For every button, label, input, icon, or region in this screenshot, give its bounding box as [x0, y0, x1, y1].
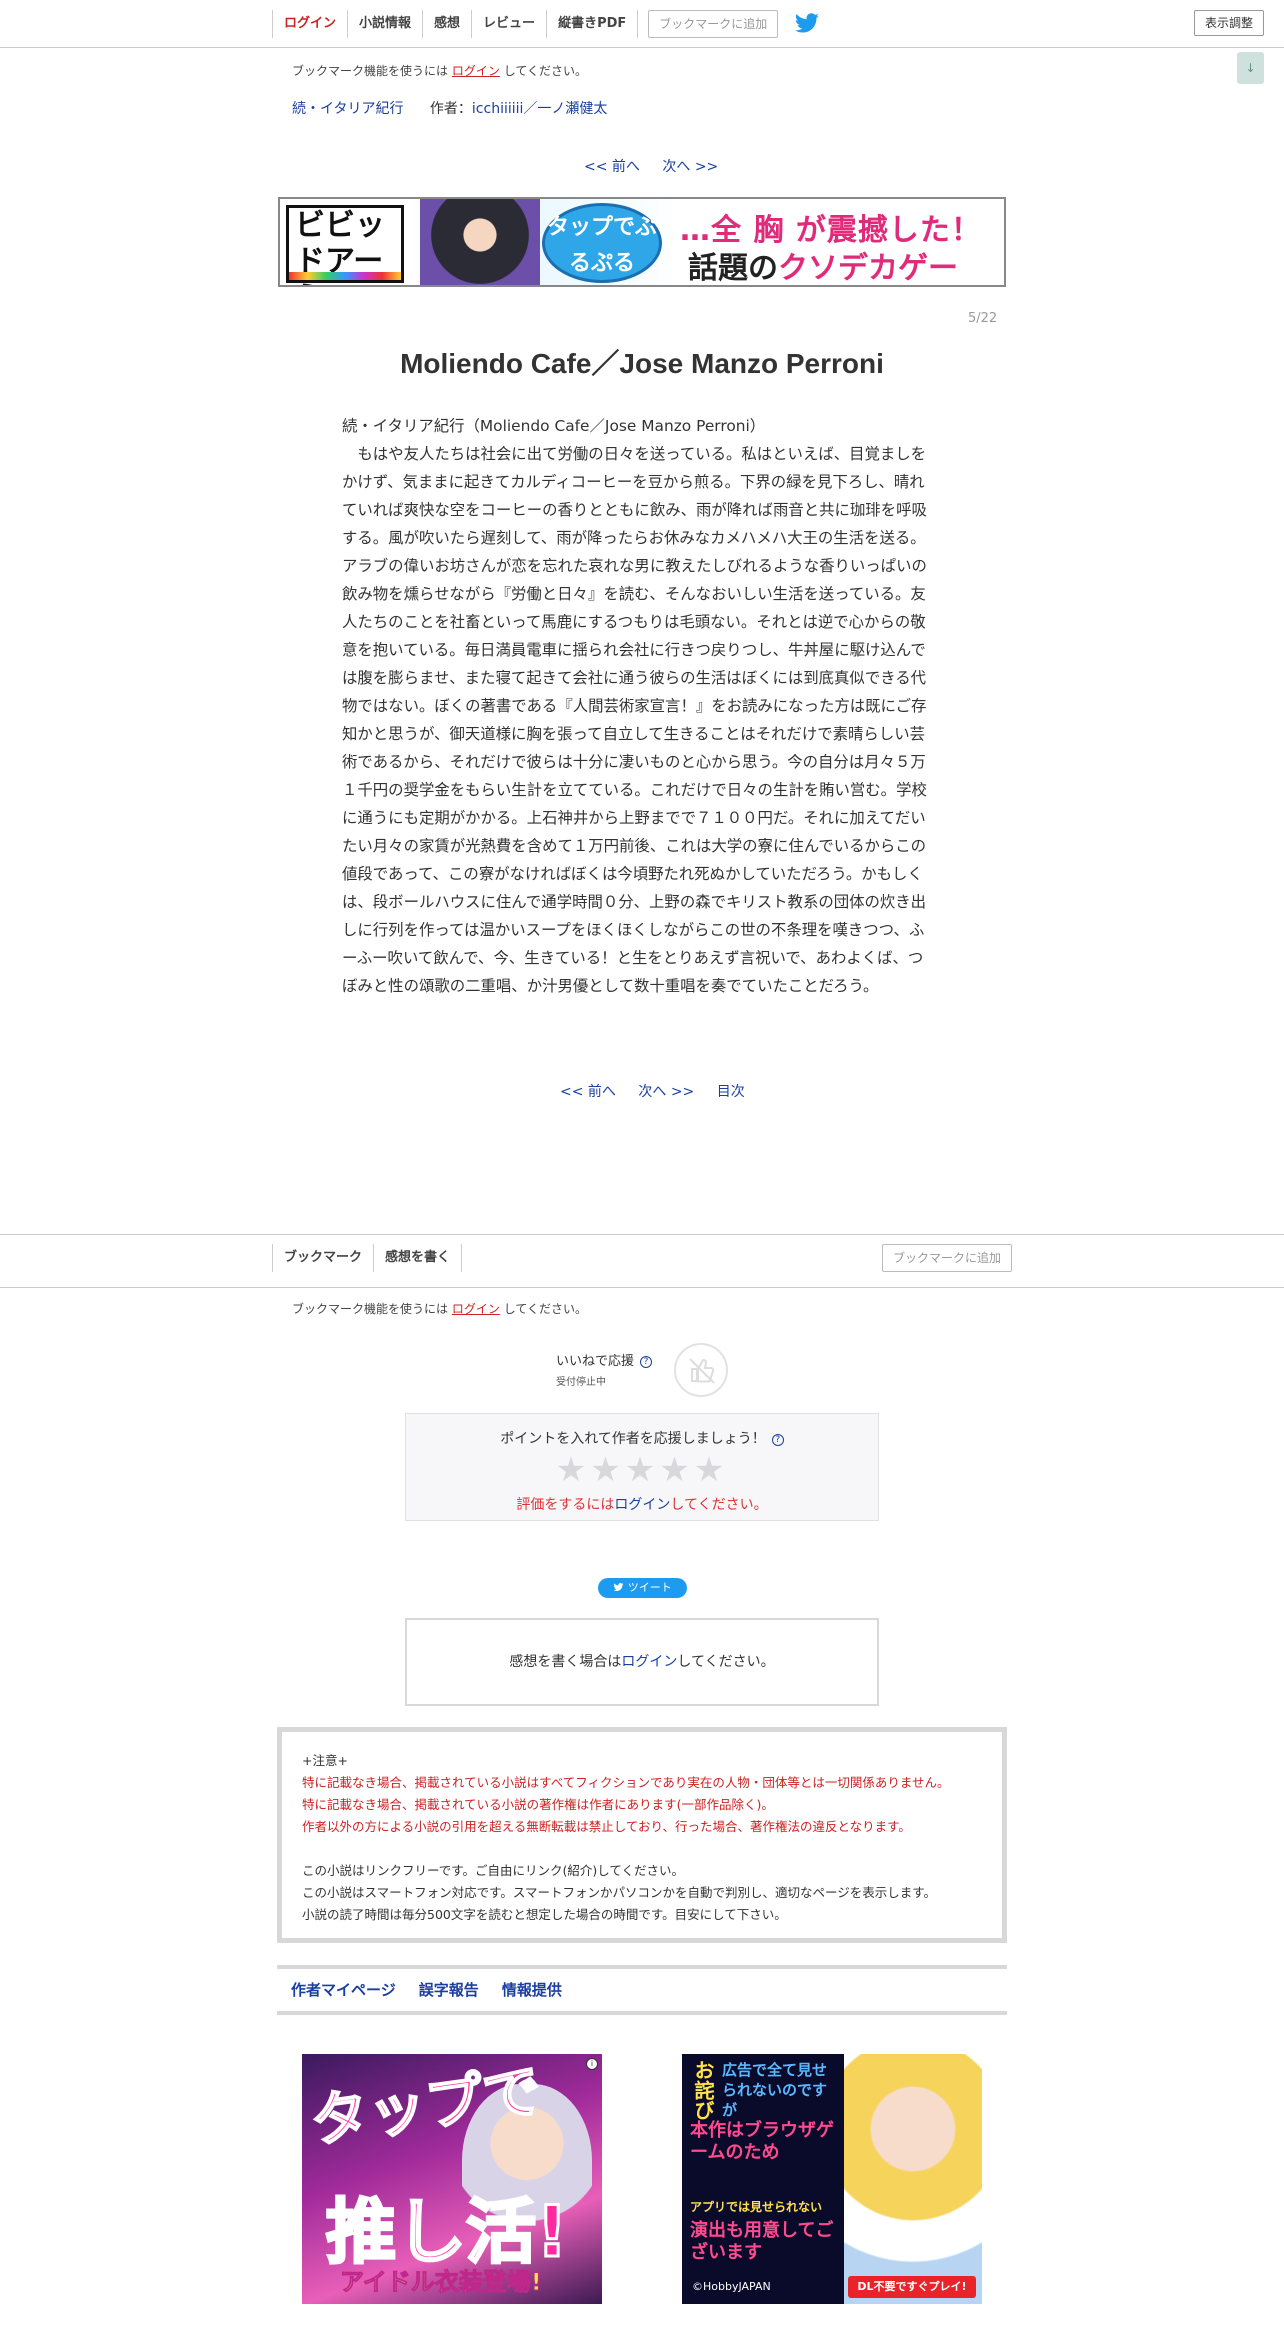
pager-bottom: << 前へ 次へ >> 目次	[560, 1081, 745, 1101]
ad-right-text-5: 演出も用意してございます	[690, 2220, 834, 2263]
ad-right-text-panel: お詫び 広告で全て見せられないのですが 本作はブラウザゲームのため アプリでは見…	[682, 2054, 844, 2304]
notes-line-2: この小説はスマートフォン対応です。スマートフォンかパソコンかを自動で判別し、適切…	[302, 1885, 937, 1900]
twitter-icon[interactable]	[794, 13, 820, 35]
notes-box: +注意+ 特に記載なき場合、掲載されている小説はすべてフィクションであり実在の人…	[277, 1727, 1007, 1943]
series-info: 続・イタリア紀行 作者：icchiiiiii／一ノ瀬健太	[292, 98, 607, 118]
next-link-bottom[interactable]: 次へ >>	[638, 1084, 694, 1100]
prev-link-bottom[interactable]: << 前へ	[560, 1084, 616, 1100]
divider	[0, 1287, 1284, 1288]
impressions-link[interactable]: 感想	[422, 10, 471, 38]
chapter-subtitle-line: 続・イタリア紀行（Moliendo Cafe／Jose Manzo Perron…	[342, 417, 766, 435]
chapter-title: Moliendo Cafe／Jose Manzo Perroni	[400, 348, 884, 379]
bookmark-notice-prefix: ブックマーク機能を使うには	[292, 1302, 449, 1316]
review-link[interactable]: レビュー	[471, 10, 546, 38]
impression-login-link[interactable]: ログイン	[621, 1654, 677, 1670]
divider	[0, 1234, 1284, 1235]
bookmark-add-button-bottom[interactable]: ブックマークに追加	[881, 1244, 1012, 1272]
help-icon[interactable]: ?	[640, 1356, 653, 1368]
bookmark-link[interactable]: ブックマーク	[272, 1244, 373, 1272]
rating-prompt: ポイントを入れて作者を応援しましょう！?	[406, 1428, 878, 1448]
typo-report-link[interactable]: 誤字報告	[419, 1981, 479, 1999]
like-label: いいねで応援?	[556, 1350, 653, 1369]
chapter-paragraph: もはや友人たちは社会に出て労働の日々を送っている。私はといえば、目覚ましをかけず…	[342, 445, 927, 995]
banner-bubble: タップでぷるぷる	[542, 203, 662, 283]
rating-login-link[interactable]: ログイン	[614, 1497, 670, 1513]
next-link[interactable]: 次へ >>	[662, 159, 718, 175]
bookmark-notice-login-link[interactable]: ログイン	[452, 1302, 500, 1316]
info-link[interactable]: 情報提供	[502, 1981, 562, 1999]
ad-info-icon[interactable]: i	[586, 2058, 598, 2070]
like-status: 受付停止中	[556, 1377, 606, 1388]
banner-brand-logo: ビビッドアーミー	[286, 205, 404, 285]
banner-character-image	[420, 199, 540, 285]
bookmark-notice-suffix: してください。	[503, 1302, 587, 1316]
login-link[interactable]: ログイン	[272, 10, 347, 38]
ad-right-text-4: アプリでは見せられない	[690, 2200, 823, 2214]
ad-left-text-3: アイドル衣装登場!	[340, 2268, 543, 2297]
bookmark-notice-bottom: ブックマーク機能を使うには ログイン してください。	[292, 1300, 587, 1317]
top-navbar: ログイン 小説情報 感想 レビュー 縦書きPDF ブックマークに追加 表示調整	[0, 0, 1284, 48]
bookmark-notice: ブックマーク機能を使うには ログイン してください。	[292, 62, 587, 79]
notes-line-3: 小説の読了時間は毎分500文字を読むと想定した場合の時間です。目安にして下さい。	[302, 1907, 787, 1922]
tweet-label: ツイート	[627, 1581, 672, 1594]
prev-link[interactable]: << 前へ	[584, 159, 640, 175]
display-settings-button[interactable]: 表示調整	[1193, 10, 1264, 36]
ad-right-text-3: 本作はブラウザゲームのため	[690, 2120, 834, 2163]
author-label: 作者：	[429, 101, 472, 117]
bookmark-notice-suffix: してください。	[503, 64, 587, 78]
vertical-pdf-link[interactable]: 縦書きPDF	[546, 10, 639, 38]
banner-ad-top[interactable]: ビビッドアーミー タップでぷるぷる …全 胸 が震撼した！ 話題のクソデカゲーム…	[278, 197, 1006, 287]
author-page-link[interactable]: 作者マイページ	[291, 1981, 396, 1999]
bookmark-add-button[interactable]: ブックマークに追加	[648, 10, 779, 38]
series-title-link[interactable]: 続・イタリア紀行	[292, 101, 403, 117]
ad-character-image	[844, 2054, 982, 2304]
notes-heading: +注意+	[302, 1753, 348, 1768]
like-button	[674, 1343, 728, 1397]
rating-box: ポイントを入れて作者を応援しましょう！? ★★★★★ 評価をするにはログインして…	[405, 1413, 879, 1521]
pager-top: << 前へ 次へ >>	[584, 156, 718, 176]
scroll-down-tab[interactable]: ↓	[1237, 52, 1264, 84]
page-counter: 5/22	[968, 311, 998, 326]
ad-right[interactable]: お詫び 広告で全て見せられないのですが 本作はブラウザゲームのため アプリでは見…	[682, 2054, 982, 2304]
tweet-button[interactable]: ツイート	[598, 1578, 687, 1598]
bookmark-notice-prefix: ブックマーク機能を使うには	[292, 64, 449, 78]
write-impression-link[interactable]: 感想を書く	[373, 1244, 463, 1272]
ad-right-text-1: お詫び	[691, 2060, 715, 2120]
ad-right-cta: DL不要ですぐプレイ!	[848, 2276, 976, 2298]
notes-red-2: 特に記載なき場合、掲載されている小説の著作権は作者にあります(一部作品除く)。	[302, 1797, 774, 1812]
novel-info-link[interactable]: 小説情報	[347, 10, 422, 38]
rating-login-notice: 評価をするにはログインしてください。	[516, 1497, 768, 1513]
impression-login-box: 感想を書く場合はログインしてください。	[405, 1618, 879, 1706]
help-icon[interactable]: ?	[771, 1434, 784, 1446]
banner-headline-2: 話題のクソデカゲーム！	[688, 251, 958, 286]
author-link[interactable]: icchiiiiii／一ノ瀬健太	[472, 101, 608, 117]
bottom-navbar: ブックマーク 感想を書く	[272, 1244, 463, 1272]
ad-right-text-2: 広告で全て見せられないのですが	[722, 2061, 828, 2119]
like-disabled-icon	[689, 1358, 715, 1384]
like-section: いいねで応援? 受付停止中	[556, 1350, 653, 1388]
top-nav-items: ログイン 小説情報 感想 レビュー 縦書きPDF ブックマークに追加	[272, 10, 820, 38]
rating-stars[interactable]: ★★★★★	[406, 1452, 878, 1488]
ad-right-copyright: ©HobbyJAPAN	[692, 2280, 771, 2293]
bookmark-notice-login-link[interactable]: ログイン	[452, 64, 500, 78]
notes-red-1: 特に記載なき場合、掲載されている小説はすべてフィクションであり実在の人物・団体等…	[302, 1775, 950, 1790]
chapter-body: 続・イタリア紀行（Moliendo Cafe／Jose Manzo Perron…	[342, 412, 936, 1000]
ad-left[interactable]: タップで 推し活! アイドル衣装登場! i	[302, 2054, 602, 2304]
toc-link[interactable]: 目次	[717, 1084, 745, 1100]
notes-red-3: 作者以外の方による小説の引用を超える無断転載は禁止しており、行った場合、著作権法…	[302, 1819, 911, 1834]
twitter-icon	[613, 1583, 624, 1592]
footer-links: 作者マイページ 誤字報告 情報提供	[277, 1965, 1007, 2015]
notes-line-1: この小説はリンクフリーです。ご自由にリンク(紹介)してください。	[302, 1863, 685, 1878]
